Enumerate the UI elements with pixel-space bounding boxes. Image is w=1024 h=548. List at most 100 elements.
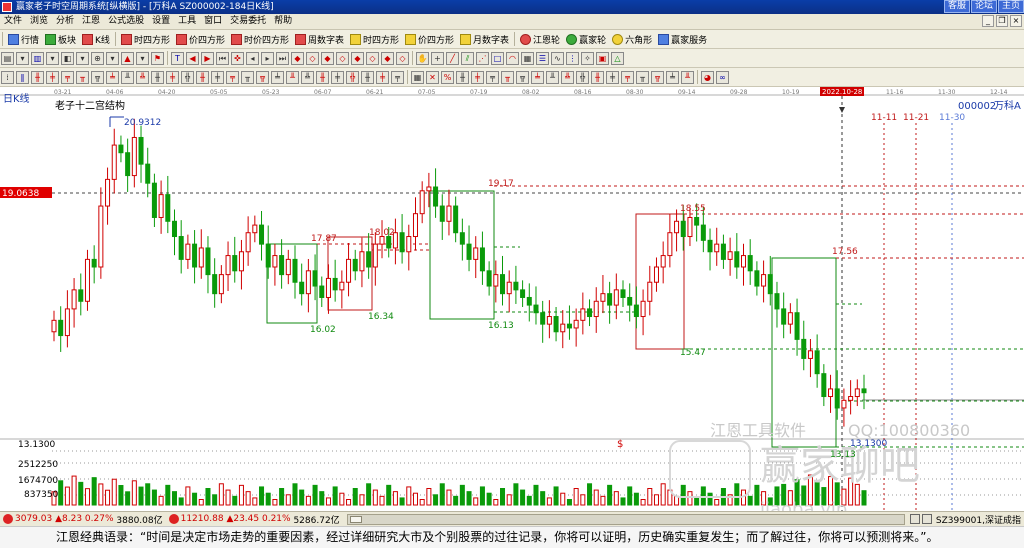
prev-icon[interactable]: ◂ (246, 51, 259, 65)
diamond-icon[interactable]: ◆ (381, 51, 394, 65)
menu-trade[interactable]: 交易委托 (226, 14, 270, 29)
last-icon[interactable]: ⏭ (276, 51, 289, 65)
tool-icon[interactable]: ╤ (226, 70, 239, 84)
toolbar-time-square-2-button[interactable]: 时四方形 (347, 31, 402, 48)
percent-icon[interactable]: % (441, 70, 454, 84)
tool-icon[interactable]: ╨ (286, 70, 299, 84)
square-tool-icon[interactable]: ▣ (596, 51, 609, 65)
menu-tools[interactable]: 工具 (174, 14, 200, 29)
tool-icon[interactable]: ╧ (666, 70, 679, 84)
zoom-in-icon[interactable] (921, 514, 932, 524)
tool-icon[interactable]: ╦ (516, 70, 529, 84)
menu-file[interactable]: 文件 (0, 14, 26, 29)
target-icon[interactable]: ✜ (231, 51, 244, 65)
gann-tool-icon[interactable]: ✧ (581, 51, 594, 65)
menu-browse[interactable]: 浏览 (26, 14, 52, 29)
menu-formula[interactable]: 公式选股 (104, 14, 148, 29)
toolbar-hexagon-button[interactable]: 六角形 (609, 31, 655, 48)
tool-icon[interactable]: ╬ (181, 70, 194, 84)
dropdown-icon[interactable]: ▾ (106, 51, 119, 65)
menu-gann[interactable]: 江恩 (78, 14, 104, 29)
dropdown-icon[interactable]: ▾ (76, 51, 89, 65)
play-back-icon[interactable]: ◀ (186, 51, 199, 65)
tool-icon[interactable]: ╫ (456, 70, 469, 84)
box-tool-icon[interactable]: □ (491, 51, 504, 65)
tool-icon[interactable]: ╥ (501, 70, 514, 84)
kline-chart[interactable]: 11-11 11-21 11-30 江恩工具软件 QQ:100800360 赢家聊吧… (0, 87, 1024, 511)
tool-icon[interactable]: ╪ (331, 70, 344, 84)
menu-help[interactable]: 帮助 (270, 14, 296, 29)
diamond-icon[interactable]: ◇ (336, 51, 349, 65)
tool-icon[interactable]: ╪ (211, 70, 224, 84)
tool-icon[interactable]: ╪ (471, 70, 484, 84)
tool-icon[interactable]: ╩ (136, 70, 149, 84)
tool-icon[interactable]: ╥ (241, 70, 254, 84)
zoom-out-icon[interactable] (909, 514, 920, 524)
tool-icon[interactable]: ╫ (361, 70, 374, 84)
arc-tool-icon[interactable]: ◠ (506, 51, 519, 65)
tool-icon[interactable]: ╫ (196, 70, 209, 84)
channel-tool-icon[interactable]: ⫽ (461, 51, 474, 65)
sh-index-segment[interactable]: 3079.03 ▲8.23 0.27% 3880.08亿 (0, 513, 166, 526)
toolbar-winner-wheel-button[interactable]: 赢家轮 (563, 31, 609, 48)
hand-tool-icon[interactable]: ✋ (416, 51, 429, 65)
up-arrow-icon[interactable]: ▲ (121, 51, 134, 65)
tool-icon[interactable]: ╧ (106, 70, 119, 84)
tool-icon[interactable]: ╨ (121, 70, 134, 84)
tool-icon[interactable]: ╦ (651, 70, 664, 84)
toolbar-service-button[interactable]: 赢家服务 (655, 31, 710, 48)
line-tool-icon[interactable]: ╱ (446, 51, 459, 65)
tool-icon[interactable]: ╦ (256, 70, 269, 84)
layout-icon[interactable]: ▤ (1, 51, 14, 65)
indicator-icon[interactable]: ◧ (61, 51, 74, 65)
cross-icon[interactable]: ✕ (426, 70, 439, 84)
scrollbar-thumb[interactable] (349, 515, 362, 523)
toolbar-price-square-2-button[interactable]: 价四方形 (402, 31, 457, 48)
fib-tool-icon[interactable]: ☰ (536, 51, 549, 65)
menu-settings[interactable]: 设置 (148, 14, 174, 29)
minimize-icon[interactable]: _ (982, 15, 994, 27)
tool-icon[interactable]: ╨ (681, 70, 694, 84)
fan-tool-icon[interactable]: ⋰ (476, 51, 489, 65)
tool-icon[interactable]: ╥ (76, 70, 89, 84)
period-icon[interactable]: ▥ (31, 51, 44, 65)
tool-icon[interactable]: ╦ (91, 70, 104, 84)
tool-icon[interactable]: ╥ (636, 70, 649, 84)
tool-icon[interactable]: ╪ (606, 70, 619, 84)
weight-icon[interactable]: ⊕ (91, 51, 104, 65)
flag-icon[interactable]: ⚑ (151, 51, 164, 65)
pie-icon[interactable]: ◕ (701, 70, 714, 84)
toolbar-gann-wheel-button[interactable]: 江恩轮 (517, 31, 563, 48)
first-icon[interactable]: ⏮ (216, 51, 229, 65)
menu-analysis[interactable]: 分析 (52, 14, 78, 29)
kline-chart-svg[interactable]: 11-11 11-21 11-30 江恩工具软件 QQ:100800360 赢家聊吧… (0, 87, 1024, 511)
tool-icon[interactable]: ╪ (376, 70, 389, 84)
table-icon[interactable]: ▦ (411, 70, 424, 84)
bar-icon[interactable]: ‖ (16, 70, 29, 84)
tool-icon[interactable]: ╤ (61, 70, 74, 84)
triangle-tool-icon[interactable]: △ (611, 51, 624, 65)
wave-tool-icon[interactable]: ∿ (551, 51, 564, 65)
toolbar-quote-button[interactable]: 行情 (5, 31, 42, 48)
diamond-icon[interactable]: ◆ (291, 51, 304, 65)
grid-tool-icon[interactable]: ▦ (521, 51, 534, 65)
diamond-icon[interactable]: ◆ (351, 51, 364, 65)
tool-icon[interactable]: ╤ (621, 70, 634, 84)
play-forward-icon[interactable]: ▶ (201, 51, 214, 65)
dropdown-icon[interactable]: ▾ (136, 51, 149, 65)
tool-icon[interactable]: ╬ (346, 70, 359, 84)
tool-icon[interactable]: ╪ (166, 70, 179, 84)
tool-icon[interactable]: ╩ (301, 70, 314, 84)
toolbar-week-number-button[interactable]: 周数字表 (292, 31, 347, 48)
link-forum[interactable]: 论坛 (970, 0, 997, 13)
tool-icon[interactable]: ╫ (591, 70, 604, 84)
toolbar-time-price-square-button[interactable]: 时价四方形 (228, 31, 292, 48)
toolbar-time-square-button[interactable]: 时四方形 (118, 31, 173, 48)
tool-icon[interactable]: ╫ (31, 70, 44, 84)
tool-icon[interactable]: ╨ (546, 70, 559, 84)
toolbar-kline-button[interactable]: K线 (79, 31, 113, 48)
dropdown-icon[interactable]: ▾ (46, 51, 59, 65)
tool-icon[interactable]: ╧ (531, 70, 544, 84)
tool-icon[interactable]: ╧ (271, 70, 284, 84)
toolbar-sector-button[interactable]: 板块 (42, 31, 79, 48)
